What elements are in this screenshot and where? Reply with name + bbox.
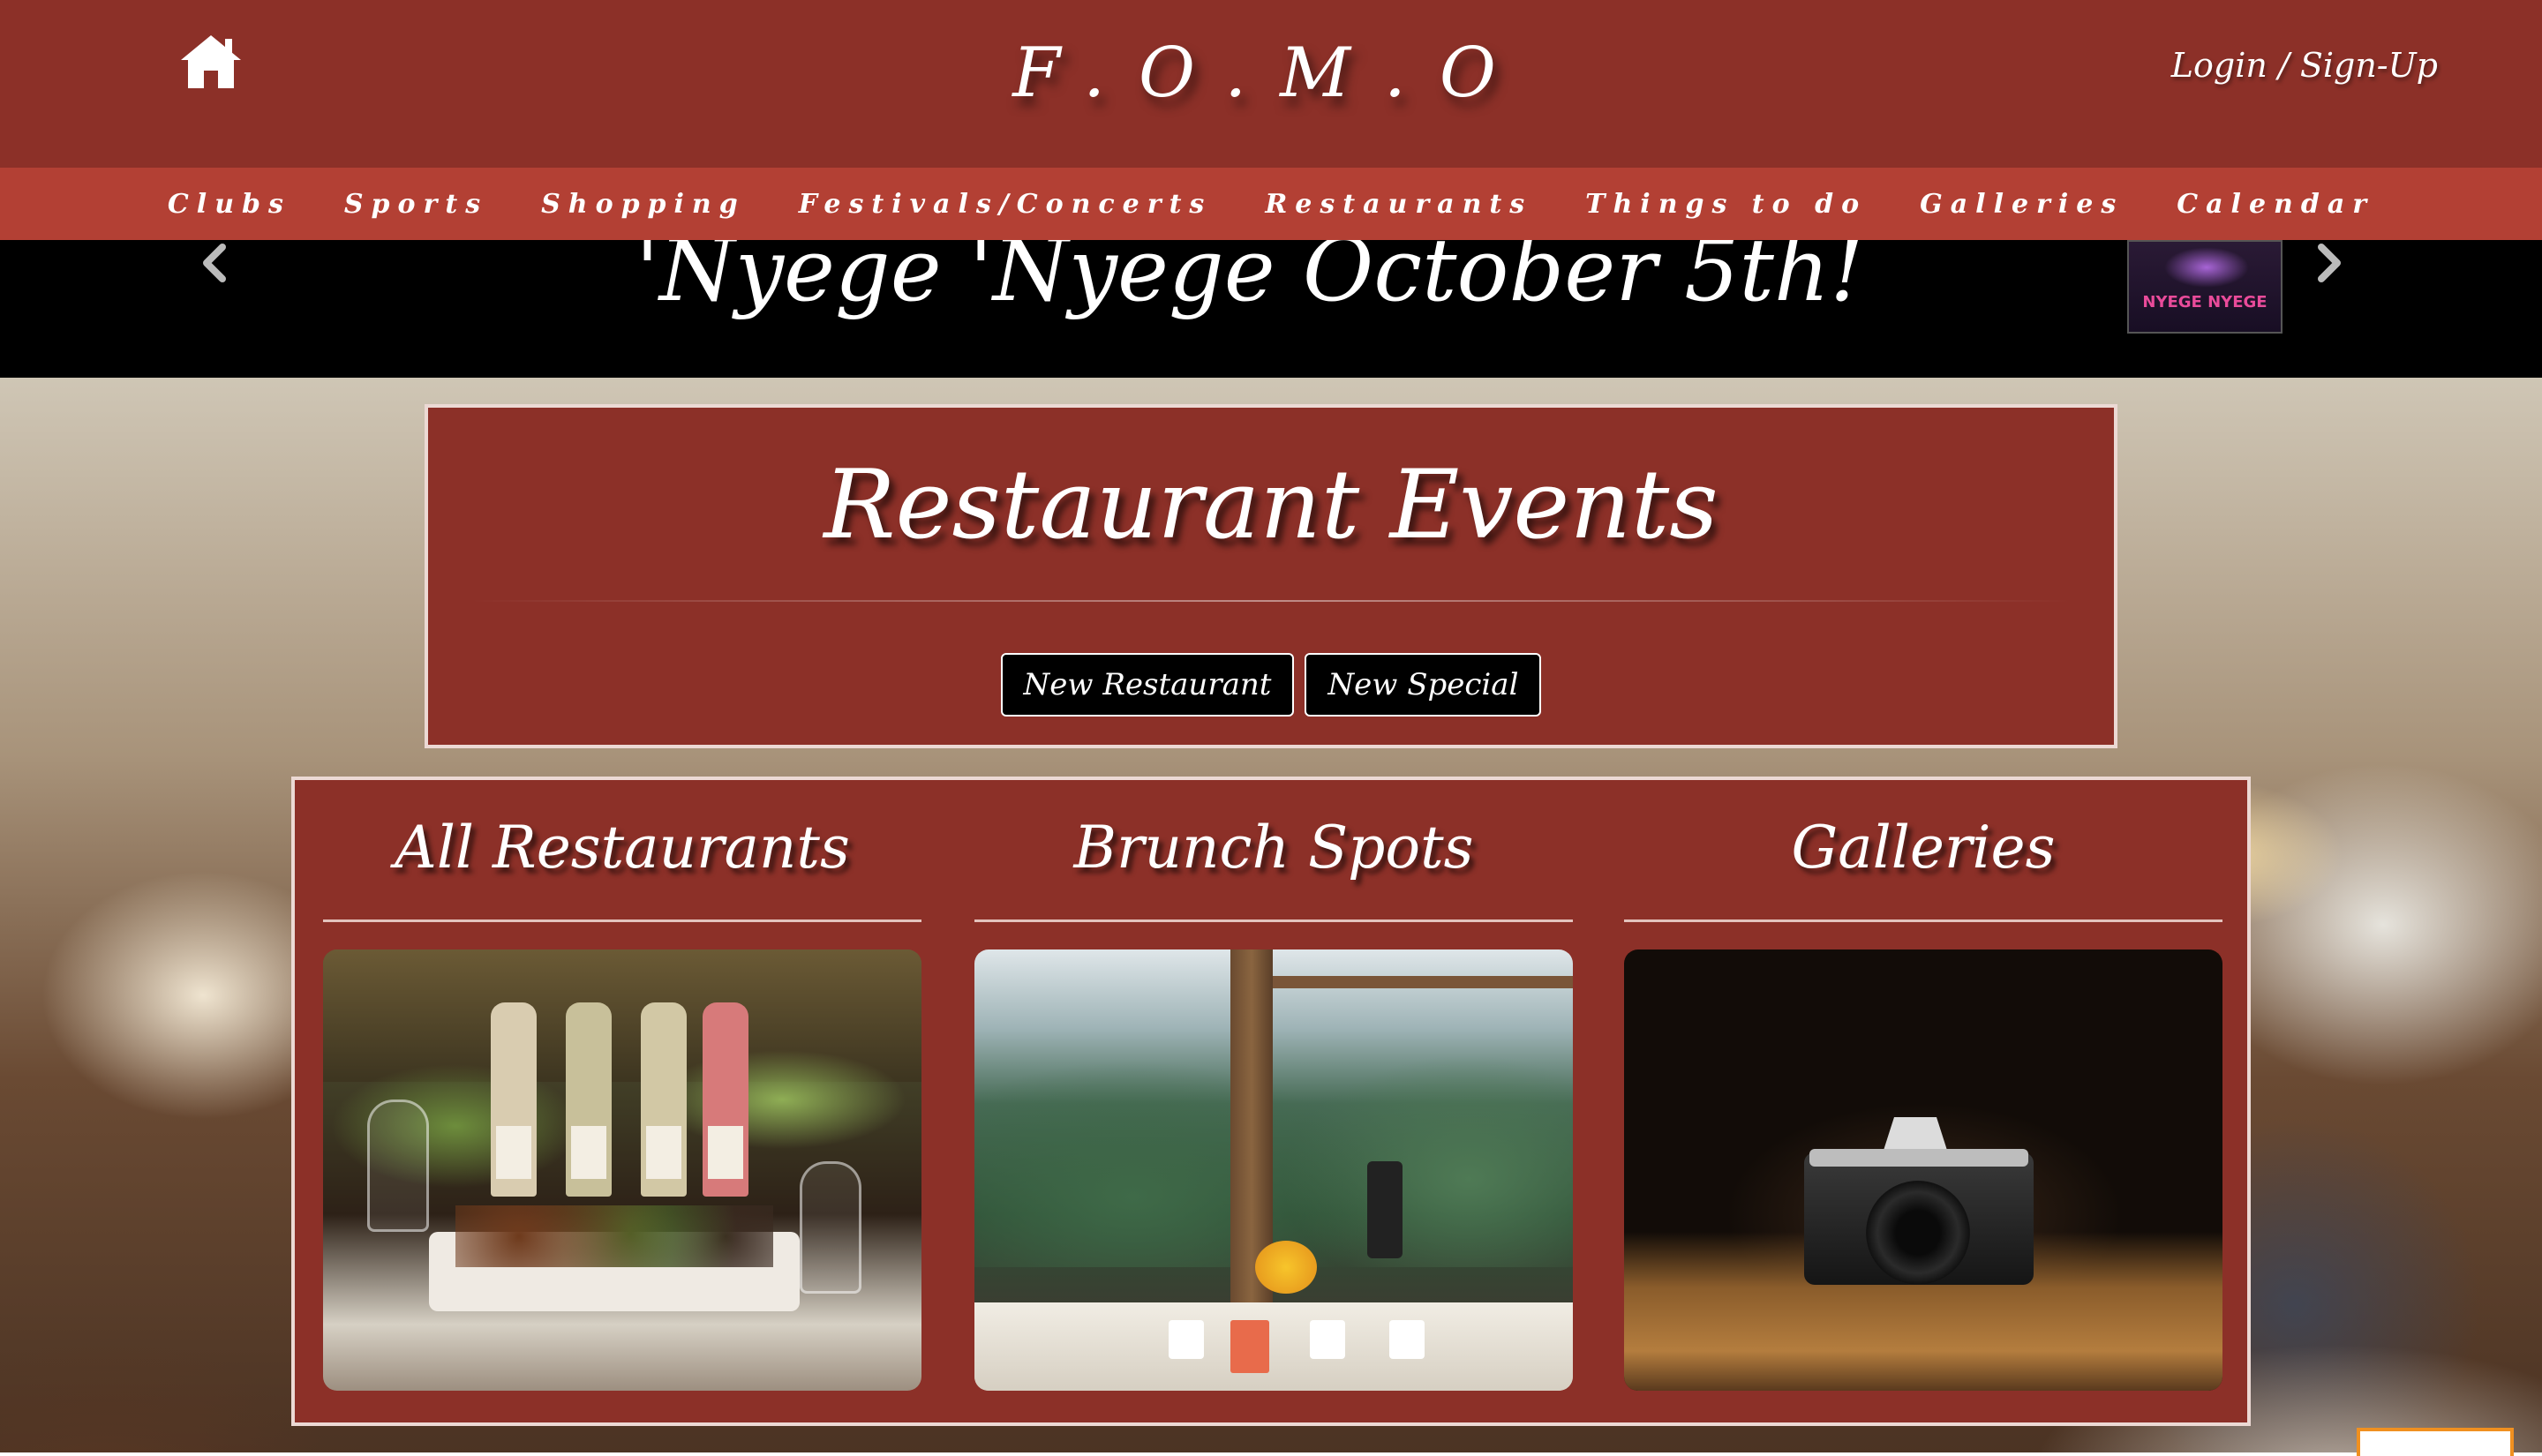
page-bottom-edge [0, 1452, 2542, 1456]
image-detail [1389, 1320, 1425, 1359]
category-title[interactable]: All Restaurants [323, 814, 921, 882]
page-title: Restaurant Events [824, 450, 1718, 560]
poster-text: NYEGE NYEGE [2142, 293, 2267, 311]
camera-image[interactable] [1624, 949, 2222, 1391]
login-signup-link[interactable]: Login / Sign-Up [2171, 46, 2438, 85]
site-header: F.O.M.O Login / Sign-Up [0, 0, 2542, 168]
new-restaurant-button[interactable]: New Restaurant [1000, 653, 1295, 717]
category-title[interactable]: Brunch Spots [974, 814, 1573, 882]
divider [470, 600, 2072, 602]
nav-item-shopping[interactable]: Shopping [541, 189, 746, 220]
image-detail [1230, 949, 1273, 1355]
image-detail [1169, 1320, 1204, 1359]
category-card-galleries[interactable]: Galleries [1624, 780, 2222, 1422]
image-detail [1809, 1149, 2028, 1167]
image-detail [974, 1002, 1573, 1267]
nav-item-calendar[interactable]: Calendar [2177, 189, 2374, 220]
image-detail [974, 1302, 1573, 1391]
main-nav: Clubs Sports Shopping Festivals/Concerts… [0, 168, 2542, 240]
corner-widget[interactable] [2357, 1428, 2514, 1456]
poster-stage-light [2164, 247, 2249, 288]
image-detail [566, 1002, 612, 1197]
event-actions: New Restaurant New Special [428, 653, 2114, 717]
restaurant-events-panel: Restaurant Events New Restaurant New Spe… [425, 404, 2117, 748]
image-detail [1310, 1320, 1345, 1359]
carousel-poster-image[interactable]: NYEGE NYEGE [2127, 240, 2283, 334]
divider [974, 919, 1573, 922]
new-special-button[interactable]: New Special [1305, 653, 1542, 717]
image-detail [1866, 1181, 1970, 1285]
site-logo[interactable]: F.O.M.O [0, 34, 2542, 113]
restaurant-table-image[interactable] [323, 949, 921, 1391]
category-card-all-restaurants[interactable]: All Restaurants [323, 780, 921, 1422]
image-detail [1230, 1320, 1269, 1373]
brunch-table-image[interactable] [974, 949, 1573, 1391]
image-detail [491, 1002, 537, 1197]
category-panel: All Restaurants Brunch Spots Galleries [291, 777, 2251, 1426]
image-detail [455, 1205, 773, 1267]
image-detail [367, 1100, 429, 1232]
category-title[interactable]: Galleries [1624, 814, 2222, 882]
image-detail [1367, 1161, 1403, 1258]
nav-item-sports[interactable]: Sports [344, 189, 488, 220]
image-detail [1266, 976, 1573, 988]
nav-item-festivals-concerts[interactable]: Festivals/Concerts [799, 189, 1213, 220]
nav-item-galleries[interactable]: Galleries [1920, 189, 2124, 220]
nav-item-restaurants[interactable]: Restaurants [1265, 189, 1532, 220]
image-detail [1255, 1241, 1317, 1294]
image-detail [703, 1002, 748, 1197]
divider [1624, 919, 2222, 922]
carousel-slide-text[interactable]: 'Nyege 'Nyege October 5th! [636, 240, 1864, 321]
divider [323, 919, 921, 922]
image-detail [800, 1161, 861, 1294]
category-card-brunch-spots[interactable]: Brunch Spots [974, 780, 1573, 1422]
chevron-left-icon[interactable] [189, 236, 242, 289]
nav-item-clubs[interactable]: Clubs [168, 189, 291, 220]
image-detail [641, 1002, 687, 1197]
chevron-right-icon[interactable] [2302, 236, 2355, 289]
nav-item-things-to-do[interactable]: Things to do [1585, 189, 1867, 220]
